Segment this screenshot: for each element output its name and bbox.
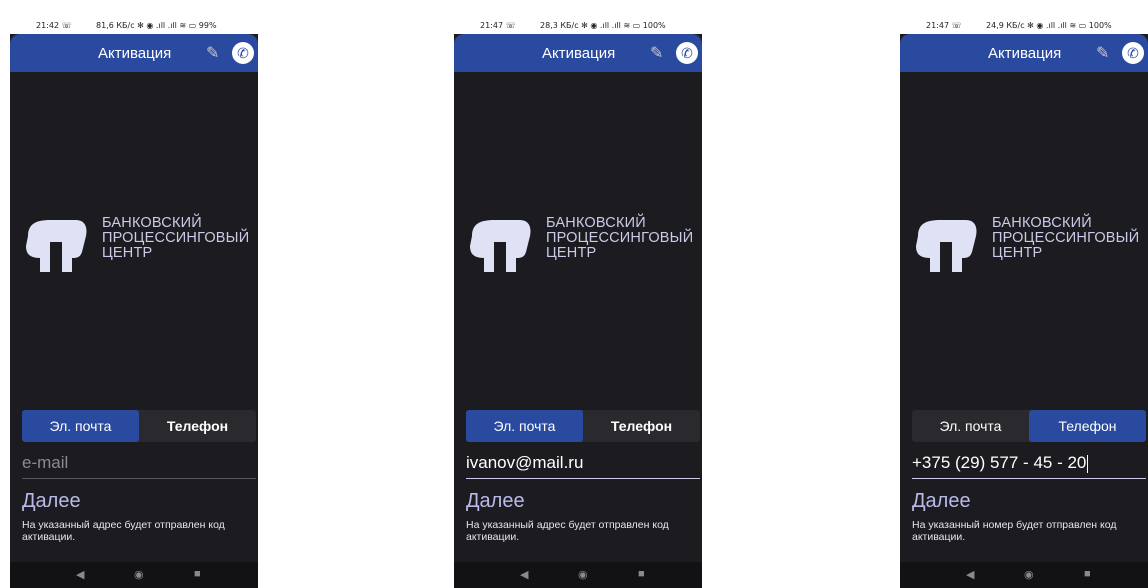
email-field[interactable]: ivanov@mail.ru (466, 452, 700, 479)
wrench-icon[interactable]: ✎ (650, 43, 663, 63)
logo-line-3: ЦЕНТР (102, 245, 153, 261)
logo-line-1: БАНКОВСКИЙ (992, 215, 1092, 231)
tab-phone[interactable]: Телефон (139, 410, 256, 442)
email-field[interactable]: e-mail (22, 452, 256, 479)
app-bar: Активация ✎ ✆ (454, 34, 702, 72)
phone-screen-1: 21:42 ☏ 81,6 КБ/с ✻ ◉ .ıll .ıll ≋ ▭ 99% … (10, 0, 258, 588)
home-circle-icon[interactable]: ◉ (578, 568, 588, 581)
hint-text: На указанный адрес будет отправлен код а… (466, 519, 669, 543)
phone-screen-3: 21:47 ☏ 24,9 КБ/с ✻ ◉ .ıll .ıll ≋ ▭ 100%… (900, 0, 1148, 588)
wrench-icon[interactable]: ✎ (206, 43, 219, 63)
back-triangle-icon[interactable]: ◀ (966, 568, 974, 581)
phone-call-icon[interactable]: ✆ (676, 42, 698, 64)
logo-line-2: ПРОЦЕССИНГОВЫЙ (102, 230, 250, 246)
method-tabs: Эл. почта Телефон (912, 410, 1146, 442)
app-title: Активация (988, 45, 1062, 62)
logo-line-1: БАНКОВСКИЙ (546, 215, 646, 231)
method-tabs: Эл. почта Телефон (466, 410, 700, 442)
recents-square-icon[interactable]: ■ (638, 568, 645, 580)
bpc-logo-icon (470, 220, 531, 272)
app-title: Активация (98, 45, 172, 62)
text-caret (1087, 454, 1089, 473)
status-time: 21:47 ☏ (926, 21, 962, 30)
status-bar: 21:47 ☏ 28,3 КБ/с ✻ ◉ .ıll .ıll ≋ ▭ 100% (454, 0, 702, 34)
phone-screen-2: 21:47 ☏ 28,3 КБ/с ✻ ◉ .ıll .ıll ≋ ▭ 100%… (454, 0, 702, 588)
recents-square-icon[interactable]: ■ (1084, 568, 1091, 580)
logo-text: БАНКОВСКИЙ ПРОЦЕССИНГОВЫЙ ЦЕНТР (102, 216, 249, 261)
method-tabs: Эл. почта Телефон (22, 410, 256, 442)
logo-text: БАНКОВСКИЙ ПРОЦЕССИНГОВЫЙ ЦЕНТР (992, 216, 1139, 261)
phone-call-icon[interactable]: ✆ (1122, 42, 1144, 64)
system-nav-bar: ◀ ◉ ■ (900, 562, 1148, 588)
status-stats: 28,3 КБ/с ✻ ◉ .ıll .ıll ≋ ▭ 100% (540, 21, 666, 30)
hint-text: На указанный адрес будет отправлен код а… (22, 519, 225, 543)
app-title: Активация (542, 45, 616, 62)
status-bar: 21:47 ☏ 24,9 КБ/с ✻ ◉ .ıll .ıll ≋ ▭ 100% (900, 0, 1148, 34)
logo-line-1: БАНКОВСКИЙ (102, 215, 202, 231)
back-triangle-icon[interactable]: ◀ (76, 568, 84, 581)
home-circle-icon[interactable]: ◉ (1024, 568, 1034, 581)
status-time: 21:47 ☏ (480, 21, 516, 30)
logo-text: БАНКОВСКИЙ ПРОЦЕССИНГОВЫЙ ЦЕНТР (546, 216, 693, 261)
tab-email[interactable]: Эл. почта (22, 410, 139, 442)
status-bar: 21:42 ☏ 81,6 КБ/с ✻ ◉ .ıll .ıll ≋ ▭ 99% (10, 0, 258, 34)
logo-line-3: ЦЕНТР (992, 245, 1043, 261)
status-time: 21:42 ☏ (36, 21, 72, 30)
logo-line-2: ПРОЦЕССИНГОВЫЙ (546, 230, 694, 246)
tab-email[interactable]: Эл. почта (912, 410, 1029, 442)
system-nav-bar: ◀ ◉ ■ (454, 562, 702, 588)
bpc-logo-icon (916, 220, 977, 272)
status-stats: 81,6 КБ/с ✻ ◉ .ıll .ıll ≋ ▭ 99% (96, 21, 217, 30)
app-bar: Активация ✎ ✆ (900, 34, 1148, 72)
next-button[interactable]: Далее (22, 490, 81, 513)
phone-field[interactable]: +375 (29) 577 - 45 - 20 (912, 452, 1146, 479)
status-stats: 24,9 КБ/с ✻ ◉ .ıll .ıll ≋ ▭ 100% (986, 21, 1112, 30)
home-circle-icon[interactable]: ◉ (134, 568, 144, 581)
recents-square-icon[interactable]: ■ (194, 568, 201, 580)
app-bar: Активация ✎ ✆ (10, 34, 258, 72)
logo-line-3: ЦЕНТР (546, 245, 597, 261)
hint-text: На указанный номер будет отправлен код а… (912, 519, 1117, 543)
tab-email[interactable]: Эл. почта (466, 410, 583, 442)
system-nav-bar: ◀ ◉ ■ (10, 562, 258, 588)
tab-phone[interactable]: Телефон (583, 410, 700, 442)
logo-line-2: ПРОЦЕССИНГОВЫЙ (992, 230, 1140, 246)
phone-call-icon[interactable]: ✆ (232, 42, 254, 64)
next-button[interactable]: Далее (912, 490, 971, 513)
next-button[interactable]: Далее (466, 490, 525, 513)
wrench-icon[interactable]: ✎ (1096, 43, 1109, 63)
tab-phone[interactable]: Телефон (1029, 410, 1146, 442)
phone-field-value: +375 (29) 577 - 45 - 20 (912, 453, 1087, 472)
bpc-logo-icon (26, 220, 87, 272)
back-triangle-icon[interactable]: ◀ (520, 568, 528, 581)
